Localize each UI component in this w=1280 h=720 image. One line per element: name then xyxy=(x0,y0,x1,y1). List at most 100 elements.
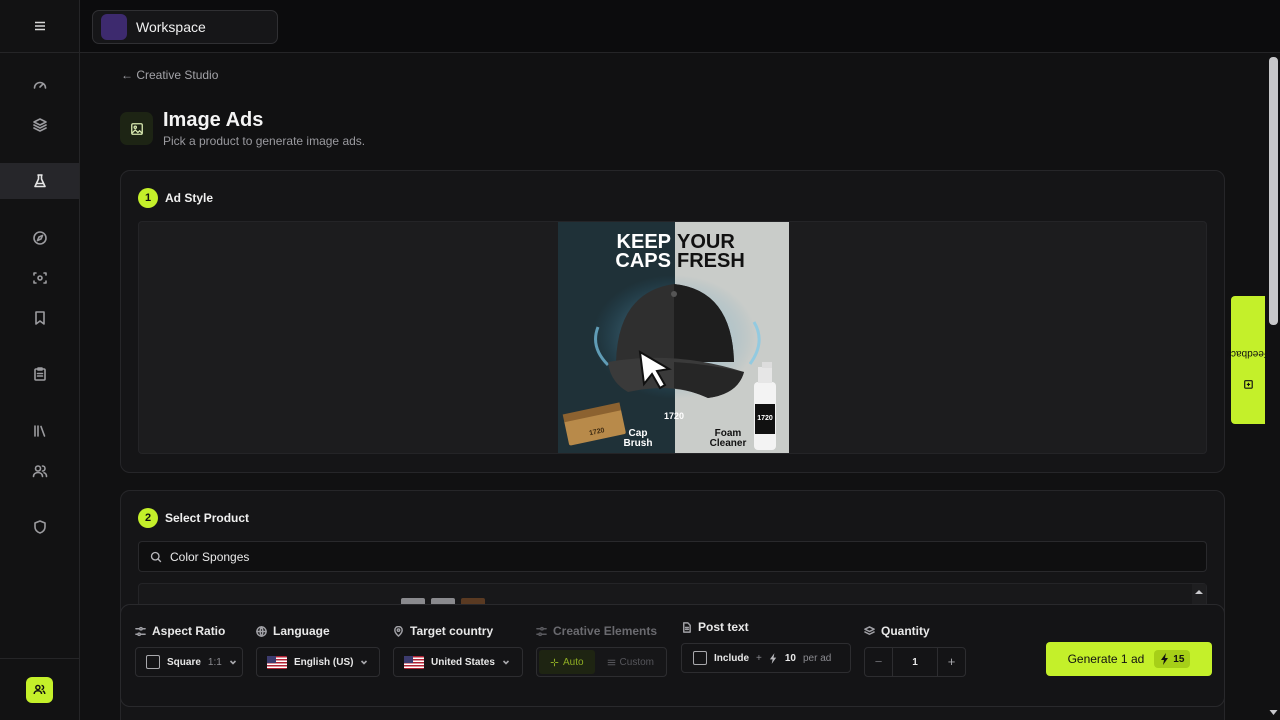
map-pin-icon xyxy=(394,625,403,637)
svg-text:FRESH: FRESH xyxy=(677,250,745,272)
creative-elements-toggle[interactable]: Auto Custom xyxy=(536,647,667,677)
sidebar-header xyxy=(0,0,79,53)
sidebar-item-team[interactable] xyxy=(0,453,79,489)
scroll-down-icon[interactable] xyxy=(1269,709,1278,716)
breadcrumb-back-link[interactable]: ← Creative Studio xyxy=(121,68,218,82)
quantity-increment-button[interactable]: + xyxy=(937,648,965,676)
user-icon xyxy=(33,684,46,695)
post-text-include-toggle[interactable]: Include + 10 per ad xyxy=(681,643,851,673)
include-checkbox[interactable] xyxy=(693,651,707,665)
auto-option-label: Auto xyxy=(562,656,584,668)
sidebar-item-explore[interactable] xyxy=(0,220,79,256)
svg-text:1720: 1720 xyxy=(757,415,773,422)
aspect-ratio-label: Aspect Ratio xyxy=(135,624,225,638)
image-icon xyxy=(120,112,153,145)
step-label: Ad Style xyxy=(165,191,214,205)
aspect-ratio-ratio: 1:1 xyxy=(207,656,222,668)
sidebar-item-library[interactable] xyxy=(0,413,79,449)
sidebar-footer xyxy=(0,658,79,720)
language-value: English (US) xyxy=(294,656,354,668)
per-ad-label: per ad xyxy=(802,652,832,664)
layers-icon xyxy=(32,118,47,132)
account-button[interactable] xyxy=(26,676,53,703)
step-number: 2 xyxy=(138,508,158,528)
ad-style-header: 1 Ad Style xyxy=(138,188,213,208)
generate-credits-badge: 15 xyxy=(1154,650,1191,668)
aspect-ratio-value: Square xyxy=(167,656,201,668)
svg-text:1720: 1720 xyxy=(664,411,684,421)
sidebar-item-tasks[interactable] xyxy=(0,356,79,392)
document-icon xyxy=(683,621,691,633)
aspect-ratio-select[interactable]: Square 1:1 xyxy=(135,647,243,677)
sidebar-item-dashboard[interactable] xyxy=(0,67,79,103)
quantity-decrement-button[interactable]: − xyxy=(865,648,893,676)
language-label: Language xyxy=(256,624,330,638)
main-content: ← Creative Studio Image Ads Pick a produ… xyxy=(80,53,1267,720)
quantity-value[interactable]: 1 xyxy=(893,657,937,668)
square-shape-icon xyxy=(146,655,160,669)
svg-text:Cleaner: Cleaner xyxy=(710,438,747,449)
page-subtitle: Pick a product to generate image ads. xyxy=(163,134,366,148)
generate-label: Generate 1 ad xyxy=(1067,652,1145,666)
product-search-input[interactable] xyxy=(170,549,1070,564)
sidebar-item-spy[interactable] xyxy=(0,260,79,296)
step-number: 1 xyxy=(138,188,158,208)
sliders-icon xyxy=(536,626,547,636)
sparkle-icon xyxy=(550,658,559,666)
chevron-down-icon xyxy=(229,660,236,665)
top-bar: Workspace xyxy=(80,0,1280,53)
quantity-stepper[interactable]: − 1 + xyxy=(864,647,966,677)
post-text-credits: 10 xyxy=(784,652,796,664)
us-flag-icon xyxy=(404,655,424,669)
feedback-icon xyxy=(1243,379,1253,389)
target-country-label: Target country xyxy=(393,624,493,638)
sidebar-item-layers[interactable] xyxy=(0,107,79,143)
feedback-tab[interactable]: Feedback xyxy=(1226,296,1270,424)
globe-icon xyxy=(256,625,267,637)
clipboard-icon xyxy=(33,367,46,381)
workspace-logo xyxy=(101,14,127,40)
sidebar-item-saved[interactable] xyxy=(0,300,79,336)
menu-icon[interactable] xyxy=(32,18,48,34)
chevron-down-icon xyxy=(361,660,368,665)
creative-elements-auto-option[interactable]: Auto xyxy=(539,650,595,674)
lightning-icon xyxy=(1161,653,1169,665)
include-label: Include xyxy=(714,652,750,664)
generate-credits: 15 xyxy=(1173,653,1185,665)
target-country-select[interactable]: United States xyxy=(393,647,523,677)
generate-button[interactable]: Generate 1 ad 15 xyxy=(1046,642,1212,676)
product-search-field[interactable] xyxy=(138,541,1207,572)
us-flag-icon xyxy=(267,655,287,669)
workspace-name: Workspace xyxy=(136,19,206,35)
gauge-icon xyxy=(33,81,46,89)
quantity-label: Quantity xyxy=(864,624,930,638)
target-country-value: United States xyxy=(431,656,495,668)
bookmark-icon xyxy=(34,311,45,325)
chevron-down-icon xyxy=(502,660,509,665)
scan-eye-icon xyxy=(32,272,47,284)
page-title: Image Ads xyxy=(163,109,264,131)
post-text-label: Post text xyxy=(681,620,749,634)
workspace-switcher[interactable]: Workspace xyxy=(92,10,278,44)
sliders-icon xyxy=(607,659,615,665)
language-select[interactable]: English (US) xyxy=(256,647,380,677)
svg-text:Brush: Brush xyxy=(624,438,653,449)
ad-style-card: 1 Ad Style 1720 1720 1720 KEEP CAPS YOUR… xyxy=(120,170,1225,473)
sliders-icon xyxy=(135,626,146,636)
svg-text:CAPS: CAPS xyxy=(615,250,671,272)
page-scrollbar[interactable] xyxy=(1267,53,1280,720)
flask-icon xyxy=(33,174,46,188)
search-icon xyxy=(150,551,162,562)
shield-icon xyxy=(33,520,46,534)
compass-icon xyxy=(32,231,47,245)
creative-elements-custom-option[interactable]: Custom xyxy=(597,650,664,674)
ad-style-preview: 1720 1720 1720 KEEP CAPS YOUR FRESH Cap … xyxy=(138,221,1207,454)
sidebar-item-security[interactable] xyxy=(0,509,79,545)
ad-preview-image[interactable]: 1720 1720 1720 KEEP CAPS YOUR FRESH Cap … xyxy=(558,222,789,453)
feedback-label: Feedback xyxy=(1226,347,1270,359)
sidebar-item-creative-studio[interactable] xyxy=(0,163,79,199)
users-icon xyxy=(32,465,47,478)
layers-icon xyxy=(864,625,875,635)
scrollbar-thumb[interactable] xyxy=(1269,57,1278,325)
sidebar xyxy=(0,0,80,720)
